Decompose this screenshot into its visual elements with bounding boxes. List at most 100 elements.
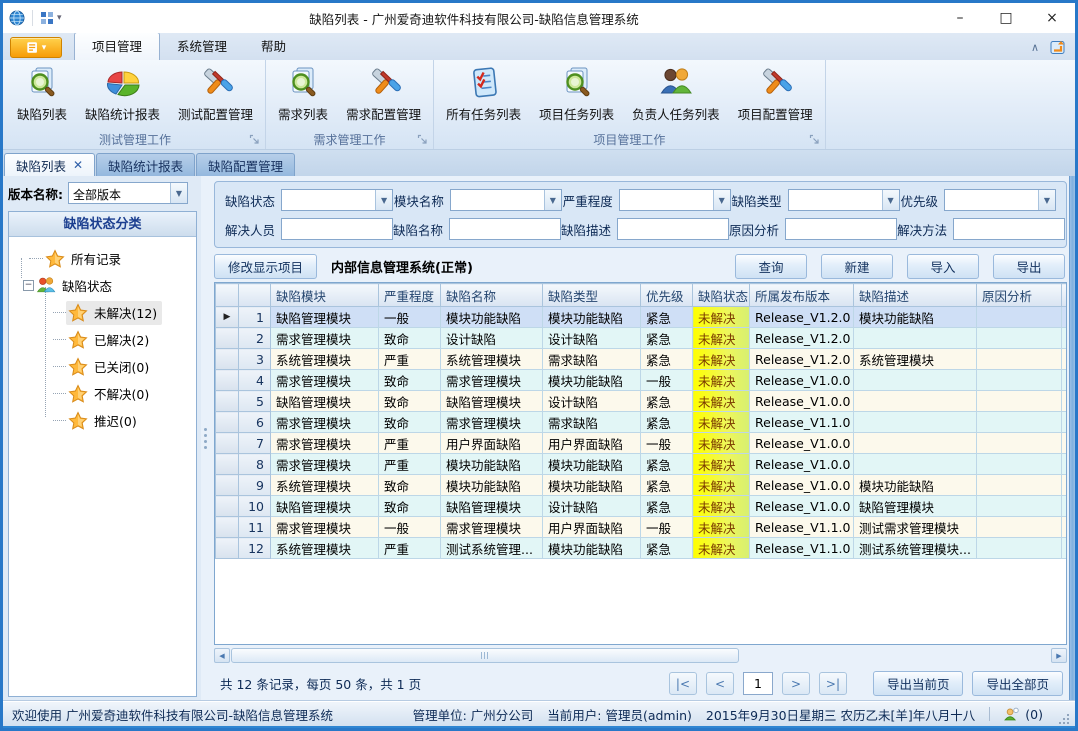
chevron-down-icon[interactable]: ▼ bbox=[1038, 190, 1055, 210]
quick-access-caret-icon[interactable]: ▾ bbox=[57, 13, 62, 23]
filter-module-name-select[interactable]: ▼ bbox=[450, 189, 562, 211]
ribbon-help-icon[interactable] bbox=[1049, 38, 1067, 56]
dialog-launcher-icon[interactable] bbox=[417, 134, 428, 145]
chevron-down-icon[interactable]: ▼ bbox=[882, 190, 899, 210]
tree-item-status-4[interactable]: 推迟(0) bbox=[17, 407, 194, 434]
import-button[interactable]: 导入 bbox=[907, 254, 979, 279]
ribbon-item-defect-report[interactable]: 缺陷统计报表 bbox=[76, 63, 169, 125]
column-header-0[interactable]: 缺陷模块 bbox=[271, 284, 379, 307]
scroll-left-icon[interactable]: ◀ bbox=[214, 648, 230, 663]
table-row[interactable]: 9系统管理模块致命模块功能缺陷模块功能缺陷紧急未解决Release_V1.0.0… bbox=[216, 475, 1068, 496]
table-row[interactable]: ▶1缺陷管理模块一般模块功能缺陷模块功能缺陷紧急未解决Release_V1.2.… bbox=[216, 307, 1068, 328]
column-header-7[interactable]: 缺陷描述 bbox=[854, 284, 977, 307]
page-number-input[interactable] bbox=[743, 672, 773, 695]
minimize-button[interactable]: – bbox=[937, 3, 983, 33]
first-page-button[interactable]: |< bbox=[669, 672, 697, 695]
prev-page-button[interactable]: < bbox=[706, 672, 734, 695]
export-all-pages-button[interactable]: 导出全部页 bbox=[972, 671, 1063, 696]
dialog-launcher-icon[interactable] bbox=[249, 134, 260, 145]
column-header-1[interactable]: 严重程度 bbox=[379, 284, 441, 307]
collapse-node-icon[interactable]: − bbox=[23, 280, 34, 291]
online-user-icon[interactable] bbox=[1004, 707, 1019, 722]
quick-access-squares-icon[interactable] bbox=[40, 11, 54, 25]
ribbon-item-defect-list[interactable]: 缺陷列表 bbox=[8, 63, 76, 125]
tree-item-status-3[interactable]: 不解决(0) bbox=[17, 380, 194, 407]
table-row[interactable]: 3系统管理模块严重系统管理模块需求缺陷紧急未解决Release_V1.2.0系统… bbox=[216, 349, 1068, 370]
filter-cause-analysis-input[interactable] bbox=[785, 218, 897, 240]
sidebar-splitter[interactable] bbox=[201, 176, 210, 701]
maximize-button[interactable]: □ bbox=[983, 3, 1029, 33]
next-page-button[interactable]: > bbox=[782, 672, 810, 695]
modify-columns-button[interactable]: 修改显示项目 bbox=[214, 254, 317, 279]
scroll-right-icon[interactable]: ▶ bbox=[1051, 648, 1067, 663]
filter-defect-type-select[interactable]: ▼ bbox=[788, 189, 900, 211]
version-select[interactable]: 全部版本 ▼ bbox=[68, 182, 188, 204]
table-row[interactable]: 10缺陷管理模块致命缺陷管理模块设计缺陷紧急未解决Release_V1.0.0缺… bbox=[216, 496, 1068, 517]
scrollbar-track[interactable] bbox=[231, 648, 1050, 663]
resize-grip[interactable] bbox=[1057, 712, 1069, 724]
column-header-3[interactable]: 缺陷类型 bbox=[543, 284, 641, 307]
ribbon-item-req-list[interactable]: 需求列表 bbox=[269, 63, 337, 125]
ribbon-item-all-tasks[interactable]: 所有任务列表 bbox=[437, 63, 530, 125]
table-row[interactable]: 7需求管理模块严重用户界面缺陷用户界面缺陷一般未解决Release_V1.0.0 bbox=[216, 433, 1068, 454]
ribbon-item-project-tasks[interactable]: 项目任务列表 bbox=[530, 63, 623, 125]
filter-defect-status-select[interactable]: ▼ bbox=[281, 189, 393, 211]
table-row[interactable]: 8需求管理模块严重模块功能缺陷模块功能缺陷紧急未解决Release_V1.0.0 bbox=[216, 454, 1068, 475]
scrollbar-thumb[interactable] bbox=[231, 648, 739, 663]
ribbon-tab-2[interactable]: 帮助 bbox=[244, 32, 303, 60]
last-page-button[interactable]: >| bbox=[819, 672, 847, 695]
column-header-4[interactable]: 优先级 bbox=[641, 284, 693, 307]
grid-cell: 致命 bbox=[379, 412, 441, 433]
tree-item-status-0[interactable]: 未解决(12) bbox=[17, 299, 194, 326]
filter-defect-desc-input[interactable] bbox=[617, 218, 729, 240]
row-indicator-cell bbox=[216, 433, 239, 454]
tree-group-defect-status[interactable]: −缺陷状态 bbox=[17, 272, 194, 299]
doc-tab-0[interactable]: 缺陷列表✕ bbox=[4, 153, 95, 176]
new-button[interactable]: 新建 bbox=[821, 254, 893, 279]
dialog-launcher-icon[interactable] bbox=[809, 134, 820, 145]
column-header-2[interactable]: 缺陷名称 bbox=[441, 284, 543, 307]
column-header-9[interactable]: 解决方法 bbox=[1062, 284, 1068, 307]
grid-header-row: 缺陷模块严重程度缺陷名称缺陷类型优先级缺陷状态所属发布版本缺陷描述原因分析解决方… bbox=[216, 284, 1068, 307]
filter-severity-select[interactable]: ▼ bbox=[619, 189, 731, 211]
grid-cell: 模块功能缺陷 bbox=[854, 307, 977, 328]
query-button[interactable]: 查询 bbox=[735, 254, 807, 279]
ribbon-item-req-config[interactable]: 需求配置管理 bbox=[337, 63, 430, 125]
tree-item-status-1[interactable]: 已解决(2) bbox=[17, 326, 194, 353]
collapse-ribbon-icon[interactable]: ∧ bbox=[1031, 42, 1039, 53]
export-button[interactable]: 导出 bbox=[993, 254, 1065, 279]
column-header-8[interactable]: 原因分析 bbox=[977, 284, 1062, 307]
close-tab-icon[interactable]: ✕ bbox=[73, 159, 83, 171]
close-button[interactable]: × bbox=[1029, 3, 1075, 33]
right-edge-scroll-strip[interactable] bbox=[1069, 176, 1075, 701]
application-menu-button[interactable]: ▾ bbox=[10, 37, 62, 58]
column-header-5[interactable]: 缺陷状态 bbox=[693, 284, 750, 307]
chevron-down-icon[interactable]: ▼ bbox=[375, 190, 392, 210]
ribbon-item-test-config[interactable]: 测试配置管理 bbox=[169, 63, 262, 125]
filter-solution-input[interactable] bbox=[953, 218, 1065, 240]
doc-tab-1[interactable]: 缺陷统计报表 bbox=[96, 153, 195, 176]
chevron-down-icon[interactable]: ▼ bbox=[544, 190, 561, 210]
filter-defect-name-input[interactable] bbox=[449, 218, 561, 240]
chevron-down-icon[interactable]: ▼ bbox=[713, 190, 730, 210]
table-row[interactable]: 2需求管理模块致命设计缺陷设计缺陷紧急未解决Release_V1.2.0 bbox=[216, 328, 1068, 349]
tree-item-all-records[interactable]: 所有记录 bbox=[17, 245, 194, 272]
chevron-down-icon[interactable]: ▼ bbox=[170, 183, 187, 203]
table-row[interactable]: 5缺陷管理模块致命缺陷管理模块设计缺陷紧急未解决Release_V1.0.0 bbox=[216, 391, 1068, 412]
horizontal-scrollbar: ◀ ▶ bbox=[214, 647, 1067, 664]
column-header-6[interactable]: 所属发布版本 bbox=[750, 284, 854, 307]
table-row[interactable]: 4需求管理模块致命需求管理模块模块功能缺陷一般未解决Release_V1.0.0 bbox=[216, 370, 1068, 391]
ribbon-item-project-config[interactable]: 项目配置管理 bbox=[729, 63, 822, 125]
table-row[interactable]: 12系统管理模块严重测试系统管理...模块功能缺陷紧急未解决Release_V1… bbox=[216, 538, 1068, 559]
grid-cell: 未解决 bbox=[693, 538, 750, 559]
filter-priority-select[interactable]: ▼ bbox=[944, 189, 1056, 211]
ribbon-item-owner-tasks[interactable]: 负责人任务列表 bbox=[623, 63, 729, 125]
ribbon-tab-1[interactable]: 系统管理 bbox=[160, 32, 244, 60]
doc-tab-2[interactable]: 缺陷配置管理 bbox=[196, 153, 295, 176]
export-current-page-button[interactable]: 导出当前页 bbox=[873, 671, 964, 696]
tree-item-status-2[interactable]: 已关闭(0) bbox=[17, 353, 194, 380]
table-row[interactable]: 6需求管理模块致命需求管理模块需求缺陷紧急未解决Release_V1.1.0 bbox=[216, 412, 1068, 433]
filter-resolver-input[interactable] bbox=[281, 218, 393, 240]
table-row[interactable]: 11需求管理模块一般需求管理模块用户界面缺陷一般未解决Release_V1.1.… bbox=[216, 517, 1068, 538]
ribbon-tab-0[interactable]: 项目管理 bbox=[74, 32, 160, 60]
